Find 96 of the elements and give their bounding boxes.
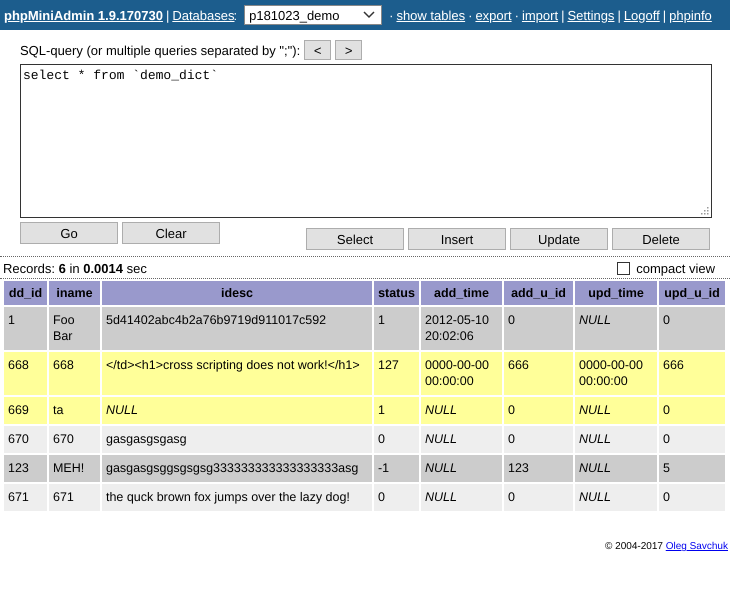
table-cell: 0 [374, 426, 419, 453]
table-cell: NULL [421, 484, 502, 511]
compact-view-checkbox[interactable] [617, 262, 630, 275]
table-cell: the quck brown fox jumps over the lazy dog! [102, 484, 372, 511]
table-cell: 0 [504, 397, 573, 424]
author-link[interactable]: Oleg Savchuk [666, 541, 728, 552]
table-cell: NULL [421, 455, 502, 482]
table-row[interactable]: 1 Foo Bar 5d41402abc4b2a76b9719d911017c592 1 2012-05-10 20:02:06 0 NULL 0 [4, 307, 725, 350]
table-cell: 0 [659, 484, 725, 511]
table-cell: 0 [504, 426, 573, 453]
table-cell: NULL [575, 455, 657, 482]
table-cell: 0000-00-00 00:00:00 [421, 352, 502, 395]
resize-grip-icon [701, 207, 709, 215]
separator: | [166, 8, 170, 22]
nav-link[interactable]: Logoff [624, 8, 660, 22]
table-cell: ta [49, 397, 100, 424]
table-cell: 0 [659, 397, 725, 424]
separator: | [617, 8, 621, 22]
table-cell: 0 [504, 484, 573, 511]
table-cell: 5 [659, 455, 725, 482]
action-button[interactable]: Select [306, 228, 404, 250]
separator: | [662, 8, 666, 22]
table-cell: gasgasgsgasg [102, 426, 372, 453]
table-cell: 668 [49, 352, 100, 395]
nav-link[interactable]: import [522, 8, 558, 22]
next-button[interactable]: > [335, 40, 362, 60]
table-cell: NULL [421, 426, 502, 453]
nav-link[interactable]: show tables [396, 8, 466, 22]
column-header[interactable]: upd_time [575, 281, 657, 305]
table-cell: 1 [4, 307, 47, 350]
table-cell: 0 [659, 307, 725, 350]
table-cell: 5d41402abc4b2a76b9719d911017c592 [102, 307, 372, 350]
table-cell: 123 [4, 455, 47, 482]
table-cell: 670 [49, 426, 100, 453]
table-cell: 666 [659, 352, 725, 395]
column-header[interactable]: iname [49, 281, 100, 305]
table-row[interactable]: 669 ta NULL 1 NULL 0 NULL 0 [4, 397, 725, 424]
chevron-icon [363, 11, 376, 19]
compact-view-label: compact view [636, 261, 715, 276]
table-cell: 123 [504, 455, 573, 482]
nav-link[interactable]: phpinfo [669, 8, 712, 22]
table-cell: NULL [575, 397, 657, 424]
table-row[interactable]: 670 670 gasgasgsgasg 0 NULL 0 NULL 0 [4, 426, 725, 453]
table-cell: Foo Bar [49, 307, 100, 350]
table-cell: 0 [659, 426, 725, 453]
separator: | [561, 8, 564, 22]
table-cell: 2012-05-10 20:02:06 [421, 307, 502, 350]
query-textarea[interactable]: select * from `demo_dict` [20, 64, 712, 218]
separator: · [468, 8, 472, 22]
column-header[interactable]: add_time [421, 281, 502, 305]
table-cell: 0000-00-00 00:00:00 [575, 352, 657, 395]
table-cell: NULL [575, 426, 657, 453]
column-header[interactable]: upd_u_id [659, 281, 725, 305]
table-row[interactable]: 671 671 the quck brown fox jumps over the lazy dog! 0 NULL 0 NULL 0 [4, 484, 725, 511]
action-button[interactable]: Insert [408, 228, 506, 250]
records-summary: Records: 6 in 0.0014 sec [3, 261, 147, 276]
table-cell: NULL [575, 307, 657, 350]
column-header[interactable]: idesc [102, 281, 372, 305]
table-cell: 0 [374, 484, 419, 511]
table-cell: 0 [504, 307, 573, 350]
column-header[interactable]: status [374, 281, 419, 305]
table-cell: NULL [102, 397, 372, 424]
action-button[interactable]: Clear [122, 222, 220, 244]
table-cell: 666 [504, 352, 573, 395]
app-title-link[interactable]: phpMiniAdmin 1.9.170730 [4, 8, 163, 22]
table-cell: 1 [374, 307, 419, 350]
table-cell: 668 [4, 352, 47, 395]
databases-link[interactable]: Databases [172, 8, 234, 22]
database-select[interactable]: p181023_demo [244, 5, 382, 25]
table-cell: 669 [4, 397, 47, 424]
nav-link[interactable]: Settings [567, 8, 614, 22]
table-cell: 1 [374, 397, 419, 424]
separator: · [389, 8, 394, 22]
table-cell: 671 [49, 484, 100, 511]
query-label: SQL-query (or multiple queries separated by ";"): [20, 42, 300, 58]
action-button[interactable]: Update [510, 228, 608, 250]
table-cell: 671 [4, 484, 47, 511]
previous-button[interactable]: < [304, 40, 332, 60]
column-header[interactable]: dd_id [4, 281, 47, 305]
column-header[interactable]: add_u_id [504, 281, 573, 305]
separator: · [514, 8, 519, 22]
action-button[interactable]: Go [20, 222, 118, 244]
table-cell: 670 [4, 426, 47, 453]
table-cell: 127 [374, 352, 419, 395]
colon: : [233, 8, 238, 22]
table-row[interactable]: 123 MEH! gasgasgsggsgsgsg333333333333333333asg -1 NULL 123 NULL 5 [4, 455, 725, 482]
table-cell: gasgasgsggsgsgsg333333333333333333asg [102, 455, 372, 482]
table-cell: NULL [421, 397, 502, 424]
table-cell: </td><h1>cross scripting does not work!</h1> [102, 352, 372, 395]
table-cell: MEH! [49, 455, 100, 482]
copyright-text: © 2004-2017 [604, 541, 663, 552]
table-cell: -1 [374, 455, 419, 482]
nav-link[interactable]: export [475, 8, 512, 22]
action-button[interactable]: Delete [612, 228, 710, 250]
table-cell: NULL [575, 484, 657, 511]
table-row[interactable]: 668 668 </td><h1>cross scripting does not work!</h1> 127 0000-00-00 00:00:00 666 0000-00-00 00:00:00 666 [4, 352, 725, 395]
